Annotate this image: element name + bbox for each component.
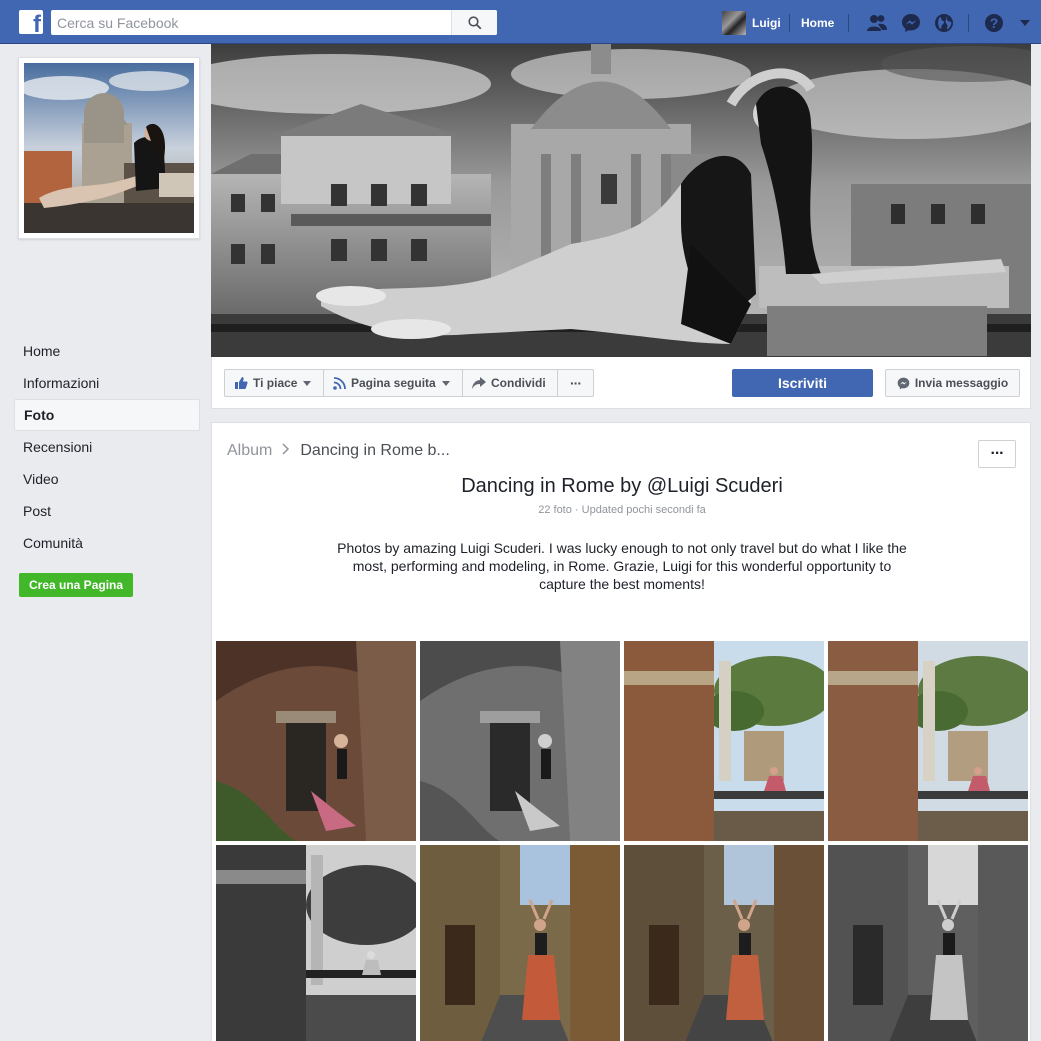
photo-grid bbox=[216, 641, 1028, 1041]
sidebar-item-video[interactable]: Video bbox=[14, 463, 200, 495]
album-photo[interactable] bbox=[624, 845, 824, 1041]
top-navigation-bar: f Luigi Home ? bbox=[0, 0, 1041, 44]
sidebar-item-informazioni[interactable]: Informazioni bbox=[14, 367, 200, 399]
facebook-logo-letter: f bbox=[33, 11, 41, 35]
messenger-icon bbox=[897, 377, 910, 389]
chevron-down-icon[interactable] bbox=[1014, 12, 1036, 34]
album-photo[interactable] bbox=[828, 845, 1028, 1041]
sidebar-item-comunita[interactable]: Comunità bbox=[14, 527, 200, 559]
profile-link[interactable]: Luigi bbox=[722, 11, 781, 35]
album-photo[interactable] bbox=[420, 845, 620, 1041]
breadcrumb: Album Dancing in Rome b... bbox=[227, 442, 450, 460]
album-options-label: ··· bbox=[990, 445, 1005, 462]
messenger-icon[interactable] bbox=[900, 12, 922, 34]
cover-photo[interactable] bbox=[211, 44, 1031, 357]
album-photo[interactable] bbox=[828, 641, 1028, 841]
album-photo[interactable] bbox=[216, 641, 416, 841]
chevron-down-icon bbox=[303, 380, 312, 386]
facebook-logo[interactable]: f bbox=[19, 10, 43, 34]
breadcrumb-current: Dancing in Rome b... bbox=[300, 442, 450, 459]
profile-photo bbox=[24, 63, 194, 233]
page-sidebar-nav: Home Informazioni Foto Recensioni Video … bbox=[14, 335, 200, 559]
album-photo[interactable] bbox=[624, 641, 824, 841]
subscribe-button[interactable]: Iscriviti bbox=[732, 369, 873, 397]
sidebar-item-post[interactable]: Post bbox=[14, 495, 200, 527]
more-actions-label: ··· bbox=[570, 375, 582, 391]
create-page-button[interactable]: Crea una Pagina bbox=[19, 573, 134, 597]
svg-text:?: ? bbox=[990, 15, 999, 31]
chevron-down-icon bbox=[441, 380, 450, 386]
like-label: Ti piace bbox=[253, 376, 298, 390]
nav-divider bbox=[968, 14, 969, 32]
follow-label: Pagina seguita bbox=[351, 376, 436, 390]
send-message-button[interactable]: Invia messaggio bbox=[885, 369, 1020, 397]
sidebar-item-recensioni[interactable]: Recensioni bbox=[14, 431, 200, 463]
send-message-label: Invia messaggio bbox=[914, 376, 1009, 390]
share-label: Condividi bbox=[491, 376, 546, 390]
breadcrumb-album-link[interactable]: Album bbox=[227, 442, 272, 460]
nav-divider bbox=[848, 14, 849, 32]
more-actions-button[interactable]: ··· bbox=[557, 369, 594, 397]
follow-button[interactable]: Pagina seguita bbox=[323, 369, 463, 397]
user-name: Luigi bbox=[752, 16, 781, 30]
share-icon bbox=[472, 377, 486, 389]
page-profile-picture[interactable] bbox=[18, 57, 200, 239]
friends-icon[interactable] bbox=[866, 12, 888, 34]
rss-icon bbox=[333, 376, 346, 390]
album-title: Dancing in Rome by @Luigi Scuderi bbox=[461, 475, 783, 497]
album-card: Album Dancing in Rome b... ··· Dancing i… bbox=[211, 422, 1031, 1041]
search-icon bbox=[467, 15, 481, 29]
search-input[interactable] bbox=[51, 10, 441, 35]
search-button[interactable] bbox=[451, 10, 497, 35]
like-button[interactable]: Ti piace bbox=[224, 369, 324, 397]
thumbs-up-icon bbox=[235, 377, 248, 389]
search-box bbox=[51, 10, 497, 35]
share-button[interactable]: Condividi bbox=[462, 369, 558, 397]
globe-icon[interactable] bbox=[933, 12, 955, 34]
album-options-button[interactable]: ··· bbox=[978, 440, 1016, 468]
home-link[interactable]: Home bbox=[801, 16, 834, 30]
help-icon[interactable]: ? bbox=[983, 12, 1005, 34]
album-meta: 22 foto · Updated pochi secondi fa bbox=[538, 504, 706, 516]
album-photo[interactable] bbox=[420, 641, 620, 841]
sidebar-item-foto[interactable]: Foto bbox=[14, 399, 200, 431]
avatar bbox=[722, 11, 746, 35]
chevron-right-icon bbox=[282, 442, 290, 460]
nav-divider bbox=[789, 14, 790, 32]
album-description: Photos by amazing Luigi Scuderi. I was l… bbox=[337, 540, 907, 592]
album-photo[interactable] bbox=[216, 845, 416, 1041]
page-action-bar: Ti piace Pagina seguita Condividi ··· Is… bbox=[211, 357, 1031, 409]
sidebar-item-home[interactable]: Home bbox=[14, 335, 200, 367]
